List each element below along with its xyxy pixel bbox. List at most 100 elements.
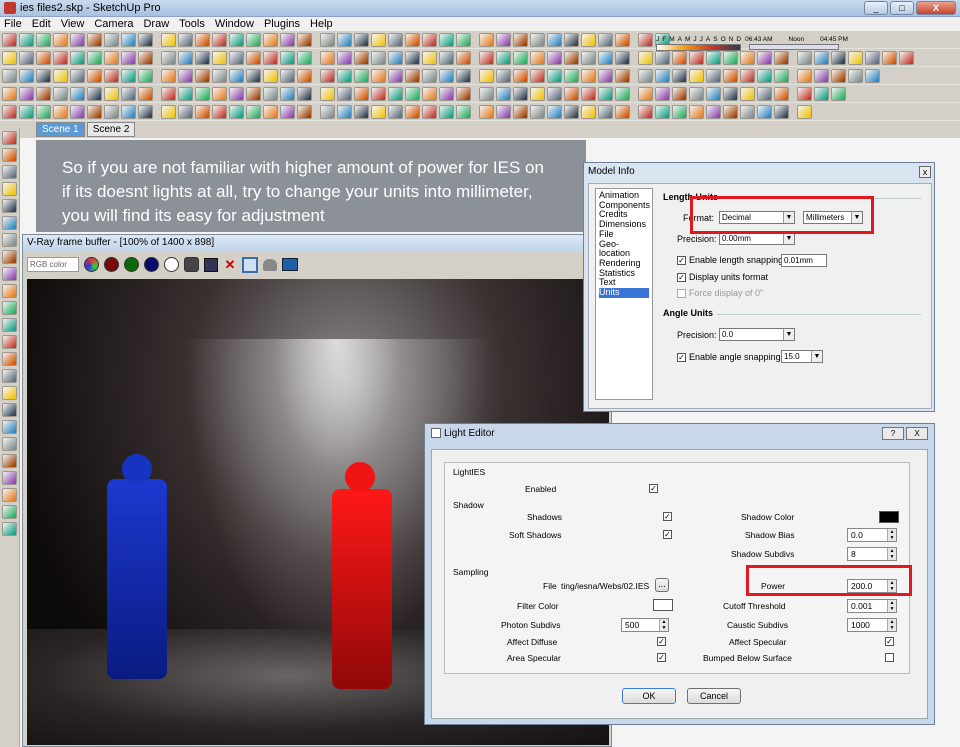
toolbar-tool-icon[interactable]	[178, 50, 193, 65]
menu-camera[interactable]: Camera	[94, 18, 133, 30]
toolbar-tool-icon[interactable]	[865, 68, 880, 83]
toolbar-tool-icon[interactable]	[439, 32, 454, 47]
toolbar-tool-icon[interactable]	[297, 104, 312, 119]
red-channel-icon[interactable]	[104, 257, 119, 272]
clear-image-icon[interactable]: ✕	[223, 257, 237, 272]
toolbar-tool-icon[interactable]	[104, 50, 119, 65]
toolbar-tool-icon[interactable]	[195, 68, 210, 83]
blue-channel-icon[interactable]	[144, 257, 159, 272]
toolbar-tool-icon[interactable]	[354, 32, 369, 47]
toolbar-tool-icon[interactable]	[615, 68, 630, 83]
menu-help[interactable]: Help	[310, 18, 333, 30]
toolbar-tool-icon[interactable]	[53, 86, 68, 101]
teapot-icon[interactable]	[263, 258, 277, 271]
toolbar-tool-icon[interactable]	[848, 68, 863, 83]
category-geo-location[interactable]: Geo-location	[599, 239, 649, 259]
toolbar-tool-icon[interactable]	[320, 32, 335, 47]
toolbar-tool-icon[interactable]	[263, 68, 278, 83]
toolbar-tool-icon[interactable]	[513, 86, 528, 101]
toolbar-tool-icon[interactable]	[655, 86, 670, 101]
toolbar-tool-icon[interactable]	[456, 32, 471, 47]
close-button[interactable]: X	[916, 1, 956, 15]
left-toolbar-tool-icon[interactable]	[2, 233, 17, 247]
toolbar-tool-icon[interactable]	[598, 86, 613, 101]
help-button[interactable]: ?	[882, 427, 904, 440]
toolbar-tool-icon[interactable]	[638, 50, 653, 65]
toolbar-tool-icon[interactable]	[246, 86, 261, 101]
toolbar-tool-icon[interactable]	[723, 50, 738, 65]
toolbar-tool-icon[interactable]	[547, 50, 562, 65]
toolbar-tool-icon[interactable]	[564, 104, 579, 119]
force-display-checkbox[interactable]	[677, 289, 686, 299]
toolbar-tool-icon[interactable]	[178, 104, 193, 119]
toolbar-tool-icon[interactable]	[104, 86, 119, 101]
toolbar-tool-icon[interactable]	[757, 104, 772, 119]
left-toolbar-tool-icon[interactable]	[2, 216, 17, 230]
toolbar-tool-icon[interactable]	[19, 68, 34, 83]
toolbar-tool-icon[interactable]	[19, 104, 34, 119]
toolbar-tool-icon[interactable]	[263, 86, 278, 101]
toolbar-tool-icon[interactable]	[496, 104, 511, 119]
tab-scene-2[interactable]: Scene 2	[86, 122, 136, 137]
length-snapping-checkbox[interactable]: ✓	[677, 256, 686, 266]
toolbar-tool-icon[interactable]	[212, 50, 227, 65]
toolbar-tool-icon[interactable]	[422, 50, 437, 65]
ok-button[interactable]: OK	[622, 688, 676, 704]
left-toolbar-tool-icon[interactable]	[2, 182, 17, 196]
toolbar-tool-icon[interactable]	[479, 86, 494, 101]
tab-scene-1[interactable]: Scene 1	[36, 122, 85, 137]
toolbar-tool-icon[interactable]	[496, 86, 511, 101]
toolbar-tool-icon[interactable]	[598, 32, 613, 47]
toolbar-tool-icon[interactable]	[581, 104, 596, 119]
toolbar-tool-icon[interactable]	[757, 68, 772, 83]
toolbar-tool-icon[interactable]	[388, 104, 403, 119]
menu-tools[interactable]: Tools	[179, 18, 205, 30]
toolbar-tool-icon[interactable]	[547, 68, 562, 83]
toolbar-tool-icon[interactable]	[161, 104, 176, 119]
spinner-icon[interactable]: ▲ ▼	[887, 600, 896, 612]
left-toolbar-tool-icon[interactable]	[2, 437, 17, 451]
toolbar-tool-icon[interactable]	[36, 68, 51, 83]
left-toolbar-tool-icon[interactable]	[2, 488, 17, 502]
toolbar-tool-icon[interactable]	[104, 32, 119, 47]
toolbar-tool-icon[interactable]	[337, 50, 352, 65]
toolbar-tool-icon[interactable]	[297, 86, 312, 101]
toolbar-tool-icon[interactable]	[638, 68, 653, 83]
toolbar-tool-icon[interactable]	[263, 104, 278, 119]
toolbar-tool-icon[interactable]	[354, 86, 369, 101]
toolbar-tool-icon[interactable]	[104, 104, 119, 119]
toolbar-tool-icon[interactable]	[53, 104, 68, 119]
angle-snapping-checkbox[interactable]: ✓	[677, 353, 686, 363]
spinner-icon[interactable]: ▲ ▼	[887, 548, 896, 560]
toolbar-tool-icon[interactable]	[706, 68, 721, 83]
minimize-button[interactable]: _	[864, 1, 888, 15]
toolbar-tool-icon[interactable]	[212, 86, 227, 101]
toolbar-tool-icon[interactable]	[87, 86, 102, 101]
toolbar-tool-icon[interactable]	[797, 104, 812, 119]
toolbar-tool-icon[interactable]	[814, 68, 829, 83]
toolbar-tool-icon[interactable]	[297, 32, 312, 47]
toolbar-tool-icon[interactable]	[337, 104, 352, 119]
toolbar-tool-icon[interactable]	[161, 50, 176, 65]
toolbar-tool-icon[interactable]	[388, 68, 403, 83]
toolbar-tool-icon[interactable]	[706, 50, 721, 65]
toolbar-tool-icon[interactable]	[36, 104, 51, 119]
toolbar-tool-icon[interactable]	[564, 68, 579, 83]
left-toolbar-tool-icon[interactable]	[2, 318, 17, 332]
maximize-button[interactable]: □	[890, 1, 914, 15]
toolbar-tool-icon[interactable]	[195, 32, 210, 47]
left-toolbar-tool-icon[interactable]	[2, 301, 17, 315]
toolbar-tool-icon[interactable]	[422, 104, 437, 119]
toolbar-tool-icon[interactable]	[899, 50, 914, 65]
toolbar-tool-icon[interactable]	[195, 104, 210, 119]
toolbar-tool-icon[interactable]	[797, 50, 812, 65]
toolbar-tool-icon[interactable]	[70, 50, 85, 65]
toolbar-tool-icon[interactable]	[337, 32, 352, 47]
channel-all-icon[interactable]	[84, 257, 99, 272]
toolbar-tool-icon[interactable]	[581, 68, 596, 83]
toolbar-tool-icon[interactable]	[280, 104, 295, 119]
toolbar-tool-icon[interactable]	[564, 32, 579, 47]
toolbar-tool-icon[interactable]	[797, 86, 812, 101]
toolbar-tool-icon[interactable]	[246, 68, 261, 83]
toolbar-tool-icon[interactable]	[456, 104, 471, 119]
